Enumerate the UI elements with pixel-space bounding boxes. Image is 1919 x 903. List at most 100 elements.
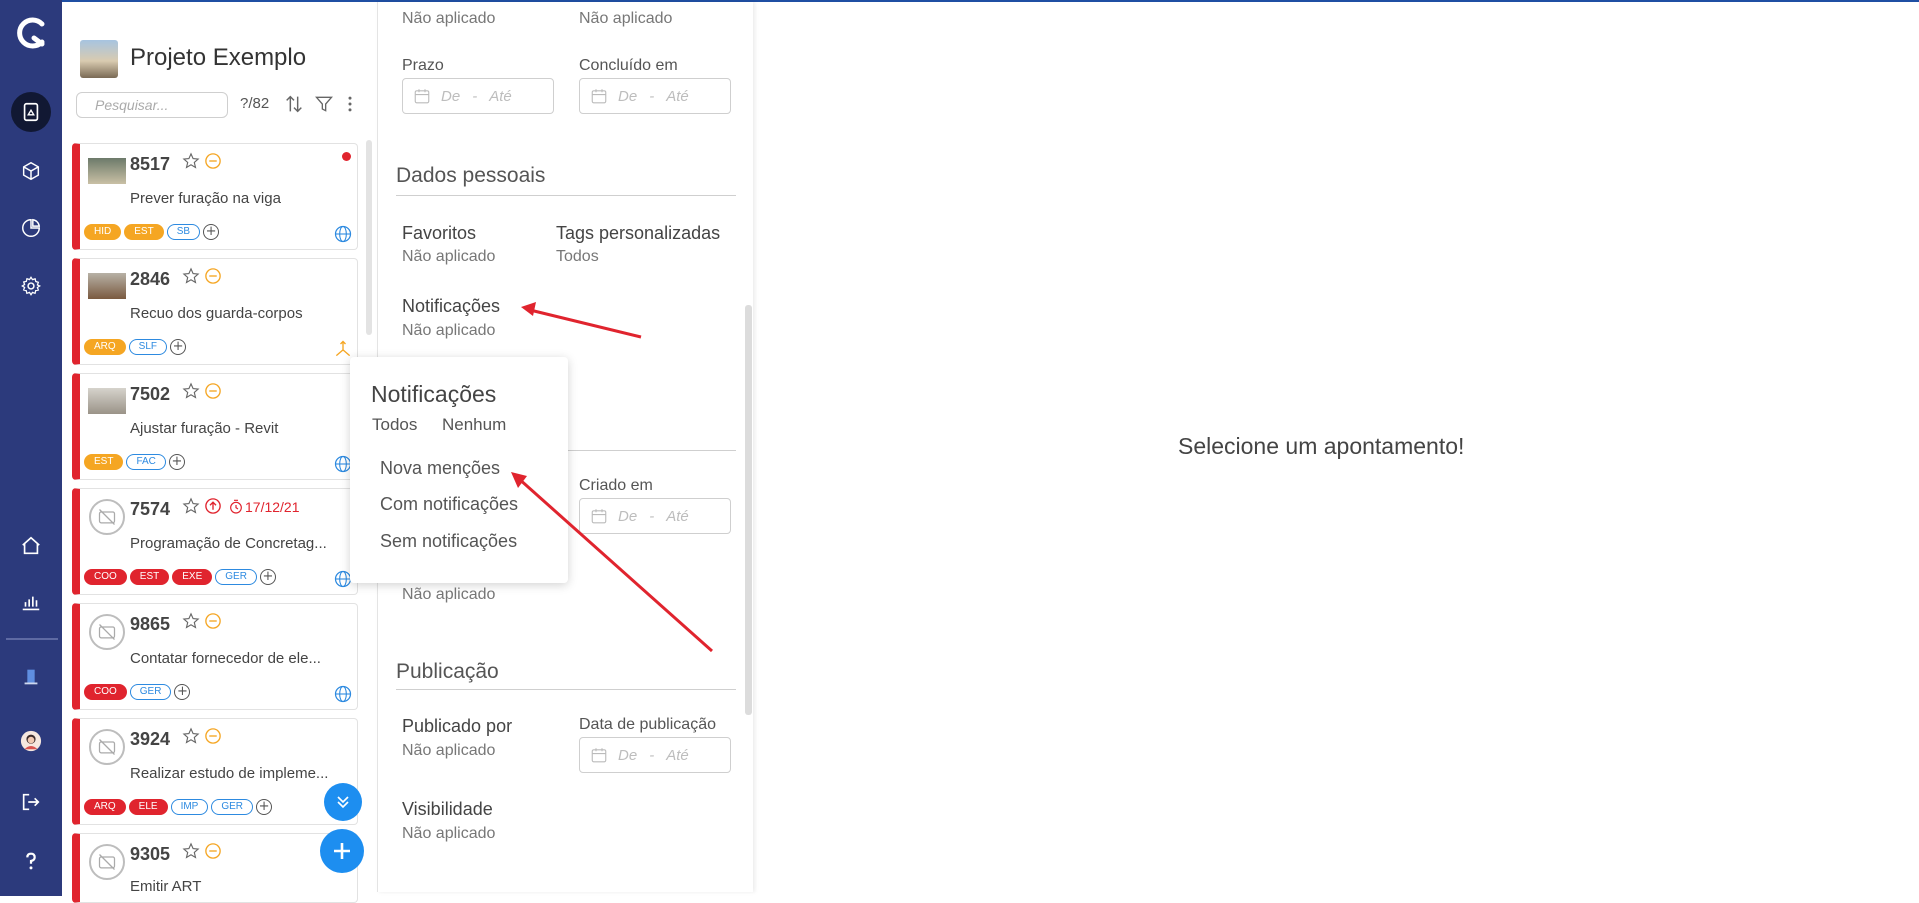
star-icon[interactable] — [182, 152, 200, 170]
home-icon[interactable] — [11, 526, 51, 566]
globe-icon — [334, 225, 352, 243]
tags-personalizadas-label[interactable]: Tags personalizadas — [556, 223, 720, 244]
priority-medium-icon — [205, 268, 221, 284]
tag[interactable]: HID — [84, 224, 122, 240]
priority-medium-icon — [205, 153, 221, 169]
more-options-icon[interactable] — [338, 92, 362, 116]
help-icon[interactable] — [11, 841, 51, 881]
tag[interactable]: ARQ — [84, 799, 126, 815]
section-divider — [396, 689, 736, 690]
user-avatar[interactable] — [11, 721, 51, 761]
tag[interactable]: ELE — [128, 799, 168, 815]
star-icon[interactable] — [182, 267, 200, 285]
date-from: De — [618, 507, 638, 525]
add-tag-icon[interactable]: + — [168, 454, 185, 470]
issue-card[interactable]: 3924 Realizar estudo de impleme... ARQ E… — [72, 718, 358, 825]
notificacoes-label[interactable]: Notificações — [402, 296, 500, 317]
date-separator: - — [472, 87, 478, 105]
no-image-icon — [89, 729, 125, 765]
filter-icon[interactable] — [312, 92, 336, 116]
no-image-icon — [89, 844, 125, 880]
criado-label: Criado em — [579, 477, 653, 494]
popup-title: Notificações — [371, 381, 497, 407]
tag-list: EST FAC + — [84, 454, 185, 470]
deadline-date: 17/12/21 — [245, 499, 300, 515]
tag[interactable]: COO — [84, 684, 127, 700]
section-divider — [568, 450, 736, 451]
add-tag-icon[interactable]: + — [170, 339, 187, 355]
publicacao-date-range[interactable]: De - Até — [579, 737, 731, 773]
add-tag-icon[interactable]: + — [256, 799, 273, 815]
search-input[interactable]: Pesquisar... — [76, 92, 228, 118]
section-divider — [396, 195, 736, 196]
star-icon[interactable] — [182, 842, 200, 860]
issue-card[interactable]: 7502 Ajustar furação - Revit EST FAC + — [72, 373, 358, 480]
criado-date-range[interactable]: De - Até — [579, 498, 731, 534]
issue-card[interactable]: 9305 Emitir ART — [72, 833, 358, 903]
tag[interactable]: IMP — [170, 799, 209, 815]
visibilidade-label[interactable]: Visibilidade — [402, 799, 493, 820]
option-nova-mencoes[interactable]: Nova menções — [380, 458, 500, 479]
building-project-icon[interactable] — [11, 657, 51, 697]
tag[interactable]: GER — [215, 569, 257, 585]
issue-card[interactable]: 2846 Recuo dos guarda-corpos ARQ SLF + — [72, 258, 358, 365]
option-com-notificacoes[interactable]: Com notificações — [380, 494, 518, 515]
issue-number: 7574 — [130, 499, 171, 519]
tag[interactable]: FAC — [126, 454, 166, 470]
option-sem-notificacoes[interactable]: Sem notificações — [380, 531, 517, 552]
tag[interactable]: EXE — [172, 569, 213, 585]
star-icon[interactable] — [182, 497, 200, 515]
tag[interactable]: EST — [129, 569, 170, 585]
issue-description: Emitir ART — [130, 878, 202, 895]
publicado-por-label[interactable]: Publicado por — [402, 716, 512, 737]
calendar-icon — [414, 89, 430, 104]
date-separator: - — [649, 87, 655, 105]
star-icon[interactable] — [182, 382, 200, 400]
deadline-clock-icon — [230, 499, 242, 514]
list-scrollbar[interactable] — [366, 140, 372, 335]
logout-icon[interactable] — [11, 782, 51, 822]
add-tag-icon[interactable]: + — [259, 569, 276, 585]
issue-card[interactable]: 9865 Contatar fornecedor de ele... COO G… — [72, 603, 358, 710]
date-to: Até — [666, 87, 689, 105]
prazo-label: Prazo — [402, 57, 444, 74]
tag[interactable]: SLF — [128, 339, 168, 355]
star-icon[interactable] — [182, 612, 200, 630]
tag-list: COO GER + — [84, 684, 191, 700]
tag[interactable]: GER — [211, 799, 254, 815]
app-logo-icon[interactable] — [12, 14, 50, 52]
dashboard-bars-icon[interactable] — [11, 583, 51, 623]
scroll-down-button[interactable] — [324, 783, 362, 821]
model-3d-nav-icon[interactable] — [11, 151, 51, 191]
tag[interactable]: SB — [166, 224, 201, 240]
visibilidade-value: Não aplicado — [402, 825, 496, 842]
notificacoes-popup: Notificações Todos Nenhum Nova menções C… — [350, 357, 568, 583]
favoritos-label[interactable]: Favoritos — [402, 223, 476, 244]
add-tag-icon[interactable]: + — [203, 224, 220, 240]
prazo-date-range[interactable]: De - Até — [402, 78, 554, 114]
issue-card[interactable]: 8517 Prever furação na viga HID EST SB + — [72, 143, 358, 250]
settings-gear-icon[interactable] — [11, 266, 51, 306]
star-icon[interactable] — [182, 727, 200, 745]
tag[interactable]: COO — [84, 569, 127, 585]
rail-divider — [6, 638, 58, 640]
issue-card[interactable]: 7574 17/12/21 Programação de Concretag..… — [72, 488, 358, 595]
tag[interactable]: EST — [84, 454, 124, 470]
concluido-date-range[interactable]: De - Até — [579, 78, 731, 114]
select-all-link[interactable]: Todos — [372, 415, 417, 435]
select-none-link[interactable]: Nenhum — [442, 415, 506, 435]
tag[interactable]: ARQ — [84, 339, 126, 355]
filters-scrollbar[interactable] — [745, 305, 752, 715]
add-tag-icon[interactable]: + — [174, 684, 191, 700]
section-publicacao: Publicação — [396, 660, 499, 683]
calendar-icon — [591, 89, 607, 104]
issues-nav-icon[interactable] — [11, 92, 51, 132]
add-issue-button[interactable] — [320, 829, 364, 873]
tag[interactable]: EST — [124, 224, 164, 240]
date-from: De — [618, 746, 638, 764]
reports-chart-nav-icon[interactable] — [11, 208, 51, 248]
tag[interactable]: GER — [129, 684, 172, 700]
tag-list: COO EST EXE GER + — [84, 569, 276, 585]
issue-description: Realizar estudo de impleme... — [130, 765, 329, 782]
sort-icon[interactable] — [282, 92, 306, 116]
